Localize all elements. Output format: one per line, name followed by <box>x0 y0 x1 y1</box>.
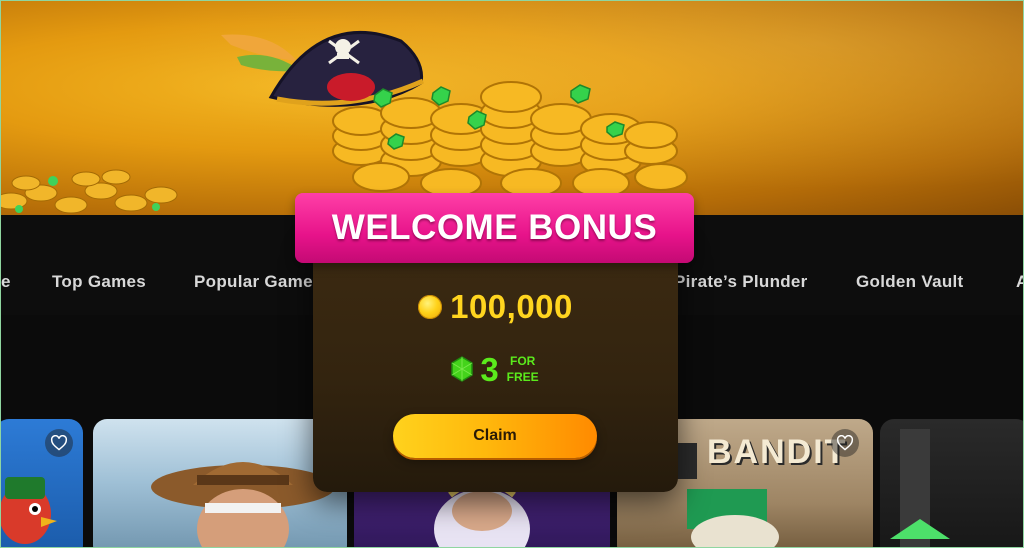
gem-icon <box>451 356 474 382</box>
coin-amount: 100,000 <box>450 288 573 325</box>
game-card-dark[interactable] <box>880 419 1023 547</box>
pirate-hat-icon <box>268 31 425 107</box>
game-card-parrot[interactable] <box>1 419 83 547</box>
bandit-title: BANDIT <box>707 433 848 471</box>
favorite-button[interactable] <box>831 429 859 457</box>
game-card-explorer[interactable] <box>93 419 347 547</box>
modal-title: WELCOME BONUS <box>331 208 658 247</box>
claim-button[interactable]: Claim <box>393 414 597 458</box>
app-frame: e Top Games Popular Game Pirate’s Plunde… <box>0 0 1024 548</box>
gem-label-line1: FOR <box>510 354 536 368</box>
favorite-button[interactable] <box>45 429 73 457</box>
heart-icon <box>50 435 68 451</box>
nav-item-partial-left[interactable]: e <box>1 272 11 292</box>
explorer-art <box>151 462 335 547</box>
modal-header: WELCOME BONUS <box>295 193 694 263</box>
nav-item-partial-right[interactable]: A <box>1016 272 1023 292</box>
pirate-character-partial <box>1 81 19 171</box>
coin-icon <box>418 295 443 319</box>
dark-card-art <box>890 429 950 547</box>
nav-item-popular-games[interactable]: Popular Game <box>194 272 313 292</box>
gem-label-line2: FREE <box>506 370 539 384</box>
nav-item-top-games[interactable]: Top Games <box>52 272 146 292</box>
treasure-pile-art <box>221 31 688 198</box>
coin-amount-row: 100,000 <box>313 285 678 329</box>
coin-pile-decoration <box>1 169 178 214</box>
nav-item-golden-vault[interactable]: Golden Vault <box>856 272 964 292</box>
heart-icon <box>836 435 854 451</box>
gem-label: FOR FREE <box>505 353 541 385</box>
gem-bonus-row: 3 FOR FREE <box>313 346 678 392</box>
nav-item-pirates-plunder[interactable]: Pirate’s Plunder <box>674 272 808 292</box>
gem-count: 3 <box>480 350 499 388</box>
